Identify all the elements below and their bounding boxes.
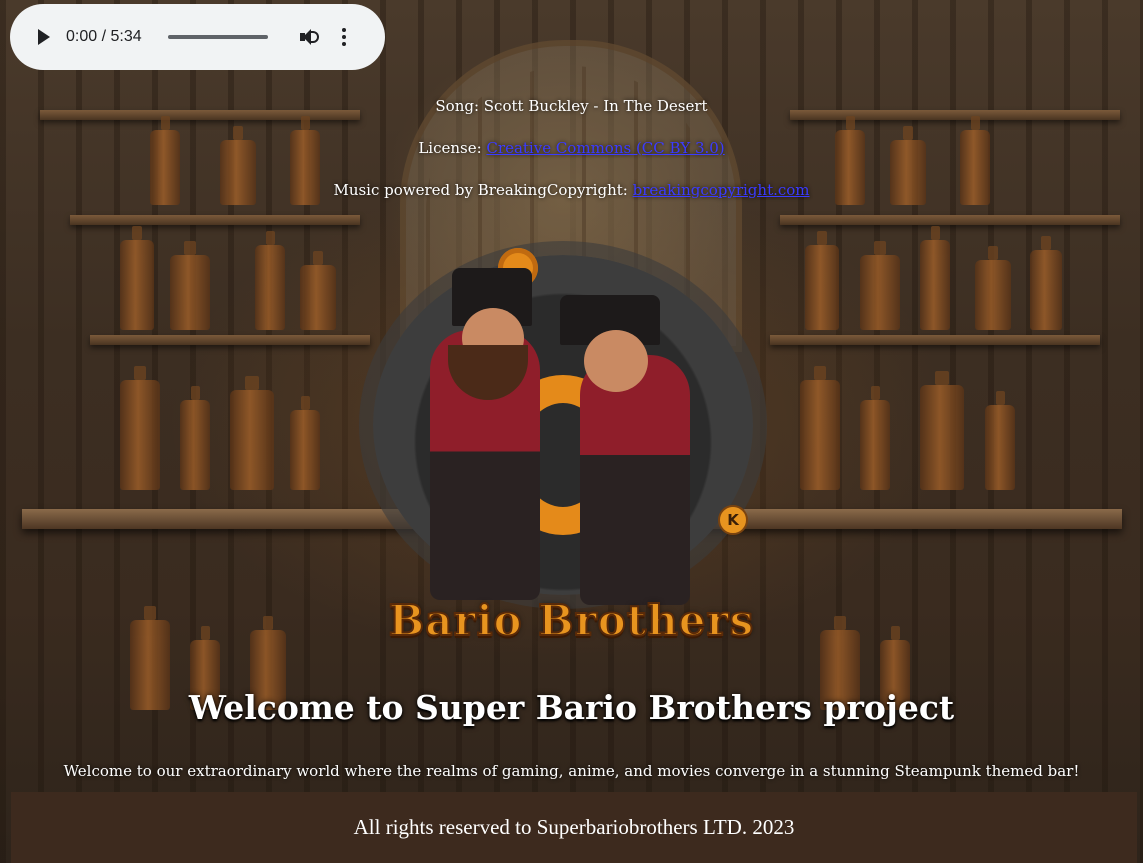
- powered-line: Music powered by BreakingCopyright: brea…: [0, 181, 1143, 199]
- shelf: [90, 335, 370, 345]
- breakingcopyright-link[interactable]: breakingcopyright.com: [633, 181, 810, 199]
- license-line: License: Creative Commons (CC BY 3.0): [0, 139, 1143, 157]
- bottle: [180, 386, 210, 490]
- song-credit: Song: Scott Buckley - In The Desert: [435, 97, 708, 115]
- bottle: [975, 246, 1011, 330]
- bottle: [120, 226, 154, 330]
- bottle: [985, 391, 1015, 490]
- play-icon[interactable]: [38, 29, 50, 45]
- audio-progress-slider[interactable]: [168, 35, 268, 39]
- shelf: [770, 335, 1100, 345]
- bottle: [805, 231, 839, 330]
- license-label: License:: [418, 139, 487, 157]
- shelf: [70, 215, 360, 225]
- volume-icon[interactable]: [300, 28, 319, 46]
- bottle: [230, 376, 274, 490]
- right-character: [580, 355, 690, 605]
- bottle: [170, 241, 210, 330]
- logo-text: Bario Brothers: [388, 595, 755, 646]
- license-link[interactable]: Creative Commons (CC BY 3.0): [486, 139, 724, 157]
- bottle: [860, 386, 890, 490]
- bottle: [290, 396, 320, 490]
- bottle: [255, 231, 285, 330]
- footer-text: All rights reserved to Superbariobrother…: [353, 815, 795, 839]
- bottle: [920, 226, 950, 330]
- shelf: [780, 215, 1120, 225]
- bottle: [920, 371, 964, 490]
- intro-paragraph: Welcome to our extraordinary world where…: [63, 762, 1080, 780]
- bottle: [860, 241, 900, 330]
- audio-time: 0:00 / 5:34: [66, 28, 142, 45]
- bottle: [800, 366, 840, 490]
- bottle: [120, 366, 160, 490]
- page-title: Welcome to Super Bario Brothers project: [188, 688, 955, 727]
- more-vert-icon[interactable]: [342, 28, 346, 46]
- audio-player[interactable]: 0:00 / 5:34: [10, 4, 385, 70]
- powered-label: Music powered by BreakingCopyright:: [333, 181, 633, 199]
- right-character-face: [584, 330, 648, 392]
- footer: All rights reserved to Superbariobrother…: [11, 792, 1137, 863]
- k-coin-icon: K: [718, 505, 748, 535]
- bottle: [300, 251, 336, 330]
- bottle: [1030, 236, 1062, 330]
